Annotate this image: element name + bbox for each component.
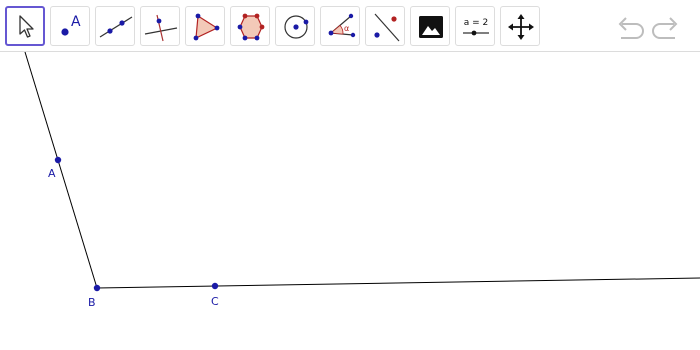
redo-button[interactable]	[650, 12, 682, 42]
toolbar: A α a = 2	[0, 0, 700, 52]
point-b-label: B	[88, 296, 96, 309]
circle-tool-button[interactable]	[275, 6, 315, 46]
angle-tool-label: α	[344, 24, 349, 33]
point-c[interactable]	[211, 282, 219, 290]
undo-icon	[618, 17, 644, 39]
ray-through-b-a[interactable]	[24, 52, 98, 289]
line-through-two-points-icon	[99, 16, 133, 38]
point-a[interactable]	[54, 156, 62, 164]
circle-with-center-icon	[284, 15, 309, 39]
angle-icon: α	[328, 13, 356, 38]
point-icon: A	[61, 14, 81, 36]
angle-tool-button[interactable]: α	[320, 6, 360, 46]
move-arrows-icon	[508, 14, 534, 40]
regular-polygon-tool-button[interactable]	[230, 6, 270, 46]
graphics-view[interactable]: A B C	[0, 52, 700, 350]
cursor-arrow-icon	[19, 15, 34, 38]
geogebra-app: A α a = 2 A B C	[0, 0, 700, 350]
reflect-tool-button[interactable]	[365, 6, 405, 46]
move-tool-button[interactable]	[5, 6, 45, 46]
perpendicular-line-tool-button[interactable]	[140, 6, 180, 46]
redo-icon	[652, 17, 678, 39]
move-graphics-view-tool-button[interactable]	[500, 6, 540, 46]
undo-button[interactable]	[614, 12, 646, 42]
line-tool-button[interactable]	[95, 6, 135, 46]
reflect-about-line-icon	[374, 13, 400, 42]
image-tool-button[interactable]	[410, 6, 450, 46]
slider-tool-label: a = 2	[464, 18, 489, 28]
point-tool-label: A	[71, 14, 81, 30]
image-icon	[419, 16, 443, 38]
pentagon-icon	[237, 13, 265, 41]
point-tool-button[interactable]: A	[50, 6, 90, 46]
point-a-label: A	[48, 167, 56, 180]
perpendicular-line-icon	[144, 14, 178, 42]
point-c-label: C	[211, 295, 219, 308]
slider-tool-button[interactable]: a = 2	[455, 6, 495, 46]
polygon-tool-button[interactable]	[185, 6, 225, 46]
point-b[interactable]	[93, 284, 101, 292]
ray-from-b-through-c[interactable]	[96, 277, 700, 289]
slider-icon: a = 2	[463, 18, 489, 36]
polygon-icon	[193, 13, 220, 41]
